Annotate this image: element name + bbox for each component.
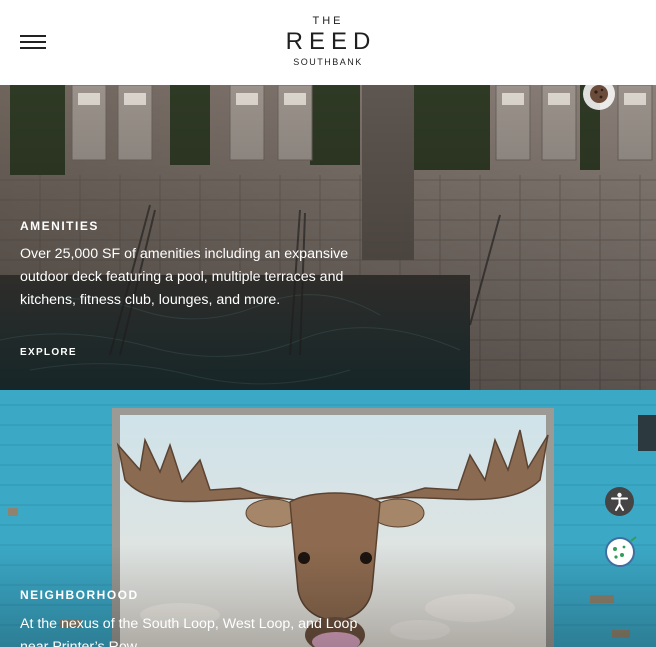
logo-line-reed: REED (285, 28, 377, 55)
cookie-icon[interactable] (583, 78, 615, 110)
hamburger-menu-icon[interactable] (18, 30, 48, 54)
amenities-panel[interactable]: AMENITIES Over 25,000 SF of amenities in… (0, 85, 656, 390)
neighborhood-label: NEIGHBORHOOD (20, 588, 139, 602)
site-header: THE REED SOUTHBANK (0, 0, 656, 85)
cookie-top-icon (590, 85, 608, 103)
logo-line-the: THE (312, 15, 344, 27)
cookie-consent-icon (605, 536, 637, 567)
logo-line-southbank: SOUTHBANK (293, 57, 363, 67)
moose-mural-image (0, 390, 656, 647)
neighborhood-panel[interactable]: NEIGHBORHOOD At the nexus of the South L… (0, 390, 656, 647)
amenities-label: AMENITIES (20, 219, 99, 233)
cookie-icon[interactable] (603, 535, 637, 569)
aerial-pool-deck-image (0, 85, 656, 390)
site-logo[interactable]: THE REED SOUTHBANK (270, 12, 386, 72)
amenities-description: Over 25,000 SF of amenities including an… (20, 246, 349, 308)
accessibility-figure-icon (611, 492, 628, 511)
amenities-explore-link[interactable]: EXPLORE (20, 347, 77, 358)
accessibility-icon[interactable] (605, 487, 634, 516)
neighborhood-description: At the nexus of the South Loop, West Loo… (20, 616, 358, 647)
